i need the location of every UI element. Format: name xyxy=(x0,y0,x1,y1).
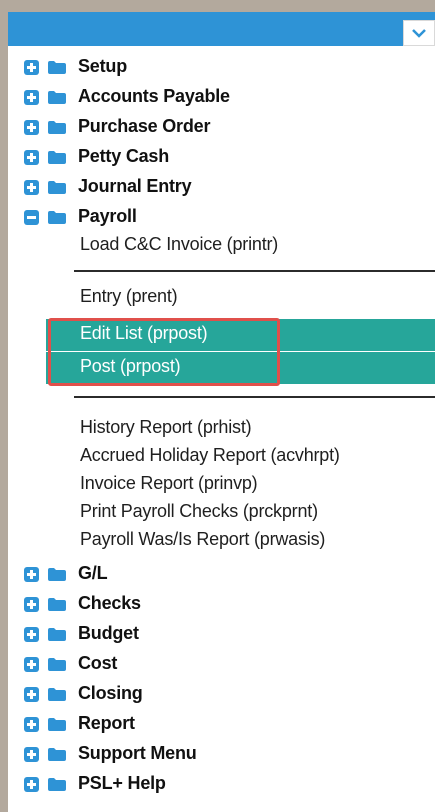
plus-square-icon[interactable] xyxy=(24,717,39,732)
menu-group-label: Purchase Order xyxy=(78,116,211,136)
menu-item-load-invoice[interactable]: Load C&C Invoice (printr) xyxy=(80,234,278,255)
menu-group-support-menu[interactable]: Support Menu xyxy=(8,739,435,769)
menu-divider xyxy=(74,270,435,272)
menu-group-label: Budget xyxy=(78,623,139,643)
menu-group-budget[interactable]: Budget xyxy=(8,619,435,649)
menu-group-gl[interactable]: G/L xyxy=(8,559,435,589)
folder-icon xyxy=(48,778,66,791)
plus-square-icon[interactable] xyxy=(24,627,39,642)
plus-square-icon[interactable] xyxy=(24,180,39,195)
menu-group-label: G/L xyxy=(78,563,108,583)
menu-group-label: Journal Entry xyxy=(78,176,192,196)
menu-group-label: Support Menu xyxy=(78,743,197,763)
plus-square-icon[interactable] xyxy=(24,687,39,702)
plus-square-icon[interactable] xyxy=(24,120,39,135)
menu-item-history-report[interactable]: History Report (prhist) xyxy=(80,417,252,438)
plus-square-icon[interactable] xyxy=(24,597,39,612)
menu-item-invoice-report[interactable]: Invoice Report (prinvp) xyxy=(80,473,258,494)
menu-group-label: Cost xyxy=(78,653,118,673)
menu-item-payroll-was-is-report[interactable]: Payroll Was/Is Report (prwasis) xyxy=(80,529,325,550)
folder-icon xyxy=(48,91,66,104)
menu-group-cost[interactable]: Cost xyxy=(8,649,435,679)
menu-item-entry[interactable]: Entry (prent) xyxy=(80,286,178,307)
folder-icon xyxy=(48,748,66,761)
menu-divider xyxy=(74,396,435,398)
menu-header-bar xyxy=(8,12,435,46)
plus-square-icon[interactable] xyxy=(24,60,39,75)
window-frame: Setup Accounts Payable Purchase Order Pe… xyxy=(0,0,435,812)
plus-square-icon[interactable] xyxy=(24,567,39,582)
chevron-down-icon xyxy=(412,29,426,38)
menu-group-report[interactable]: Report xyxy=(8,709,435,739)
folder-icon xyxy=(48,598,66,611)
folder-icon xyxy=(48,628,66,641)
menu-group-label: Report xyxy=(78,713,135,733)
folder-icon xyxy=(48,181,66,194)
callout-highlight-box xyxy=(48,318,280,386)
menu-group-setup[interactable]: Setup xyxy=(8,52,435,82)
folder-icon xyxy=(48,61,66,74)
plus-square-icon[interactable] xyxy=(24,150,39,165)
menu-group-label: Checks xyxy=(78,593,141,613)
folder-icon xyxy=(48,151,66,164)
menu-group-label: PSL+ Help xyxy=(78,773,166,793)
menu-group-label: Petty Cash xyxy=(78,146,170,166)
menu-item-print-payroll-checks[interactable]: Print Payroll Checks (prckprnt) xyxy=(80,501,318,522)
menu-group-label: Closing xyxy=(78,683,143,703)
menu-group-checks[interactable]: Checks xyxy=(8,589,435,619)
menu-group-psl-help[interactable]: PSL+ Help xyxy=(8,769,435,799)
folder-icon xyxy=(48,121,66,134)
menu-group-purchase-order[interactable]: Purchase Order xyxy=(8,112,435,142)
plus-square-icon[interactable] xyxy=(24,657,39,672)
dropdown-toggle[interactable] xyxy=(403,20,435,46)
menu-item-accrued-holiday-report[interactable]: Accrued Holiday Report (acvhrpt) xyxy=(80,445,340,466)
plus-square-icon[interactable] xyxy=(24,90,39,105)
plus-square-icon[interactable] xyxy=(24,777,39,792)
menu-group-closing[interactable]: Closing xyxy=(8,679,435,709)
folder-icon xyxy=(48,718,66,731)
menu-panel: Setup Accounts Payable Purchase Order Pe… xyxy=(8,12,435,812)
folder-icon xyxy=(48,688,66,701)
menu-group-journal-entry[interactable]: Journal Entry xyxy=(8,172,435,202)
menu-group-payroll[interactable]: Payroll xyxy=(8,202,435,232)
menu-group-petty-cash[interactable]: Petty Cash xyxy=(8,142,435,172)
menu-group-label: Payroll xyxy=(78,206,137,226)
folder-icon xyxy=(48,211,66,224)
menu-group-accounts-payable[interactable]: Accounts Payable xyxy=(8,82,435,112)
menu-group-label: Accounts Payable xyxy=(78,86,230,106)
folder-icon xyxy=(48,658,66,671)
menu-group-label: Setup xyxy=(78,56,128,76)
plus-square-icon[interactable] xyxy=(24,747,39,762)
minus-square-icon[interactable] xyxy=(24,210,39,225)
folder-icon xyxy=(48,568,66,581)
